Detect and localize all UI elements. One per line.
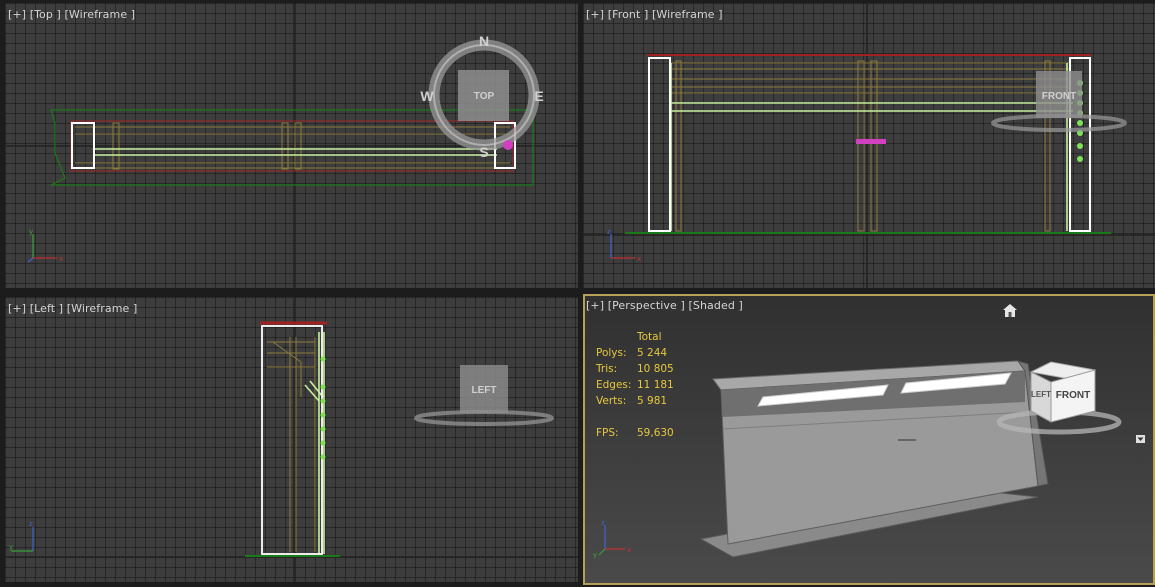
left-viewcube[interactable]: LEFT: [5, 297, 578, 582]
axis-x-label: x: [637, 255, 641, 263]
axis-tripod-icon: z y: [9, 520, 34, 552]
stats-key: Edges:: [596, 379, 632, 391]
axis-x-label: x: [59, 255, 63, 263]
axis-z-label: z: [29, 520, 33, 528]
viewcube-persp-front-label: FRONT: [1056, 390, 1090, 401]
stats-key: Verts:: [596, 395, 627, 407]
compass-east-label: E: [534, 88, 543, 104]
viewport-top[interactable]: TOP N S E W x y [+] [Top ] [Wireframe ]: [5, 3, 578, 288]
viewport-perspective-label[interactable]: [+] [Perspective ] [Shaded ]: [586, 299, 743, 312]
stats-row-edges: Edges: 11 181: [596, 377, 674, 393]
stats-value: 5 244: [637, 347, 668, 359]
stats-fps-value: 59,630: [637, 427, 674, 439]
stats-key: Tris:: [596, 363, 618, 375]
stats-fps-key: FPS:: [596, 427, 619, 439]
stats-row-polys: Polys: 5 244: [596, 345, 674, 361]
viewport-front[interactable]: FRONT x z [+] [Front ] [Wireframe ]: [583, 3, 1155, 288]
axis-x-label: x: [627, 546, 631, 554]
axis-z-label: z: [607, 228, 611, 236]
viewport-left-label[interactable]: [+] [Left ] [Wireframe ]: [8, 302, 137, 315]
compass-north-label: N: [479, 33, 489, 49]
compass-west-label: W: [420, 88, 434, 104]
top-viewcube[interactable]: TOP N S E W: [5, 3, 578, 288]
viewcube-persp-left-label: LEFT: [1031, 390, 1051, 399]
axis-z-label: z: [601, 519, 605, 527]
axis-tripod-icon: x z y: [593, 519, 631, 559]
viewport-front-label[interactable]: [+] [Front ] [Wireframe ]: [586, 8, 723, 21]
statistics-overlay: Total Polys: 5 244 Tris: 10 805 Edges: 1…: [596, 329, 674, 441]
viewcube-top-face-label: TOP: [474, 91, 495, 102]
stats-value: 10 805: [637, 363, 674, 375]
stats-value: 11 181: [637, 379, 674, 391]
viewcube-front-face-label: FRONT: [1042, 91, 1076, 102]
axis-y-label: y: [593, 551, 597, 559]
compass-south-label: S: [479, 144, 488, 160]
stats-row-tris: Tris: 10 805: [596, 361, 674, 377]
stats-header: Total: [637, 331, 662, 343]
stats-key: Polys:: [596, 347, 627, 359]
axis-tripod-icon: x y: [27, 228, 63, 263]
axis-y-label: y: [29, 228, 33, 236]
viewport-left[interactable]: LEFT z y [+] [Left ] [Wireframe ]: [5, 297, 578, 582]
viewcube-left-face-label: LEFT: [472, 385, 497, 396]
axis-tripod-icon: x z: [607, 228, 641, 263]
stats-row-fps: FPS: 59,630: [596, 425, 674, 441]
dropdown-arrow-icon[interactable]: [1136, 435, 1145, 443]
viewport-perspective[interactable]: LEFT FRONT [+] [Perspective ] [Shaded ] …: [583, 294, 1155, 585]
front-viewcube[interactable]: FRONT: [583, 3, 1155, 288]
viewport-top-label[interactable]: [+] [Top ] [Wireframe ]: [8, 8, 135, 21]
stats-value: 5 981: [637, 395, 668, 407]
home-icon[interactable]: [1003, 304, 1017, 317]
stats-row-verts: Verts: 5 981: [596, 393, 674, 409]
axis-y-label: y: [9, 543, 13, 551]
